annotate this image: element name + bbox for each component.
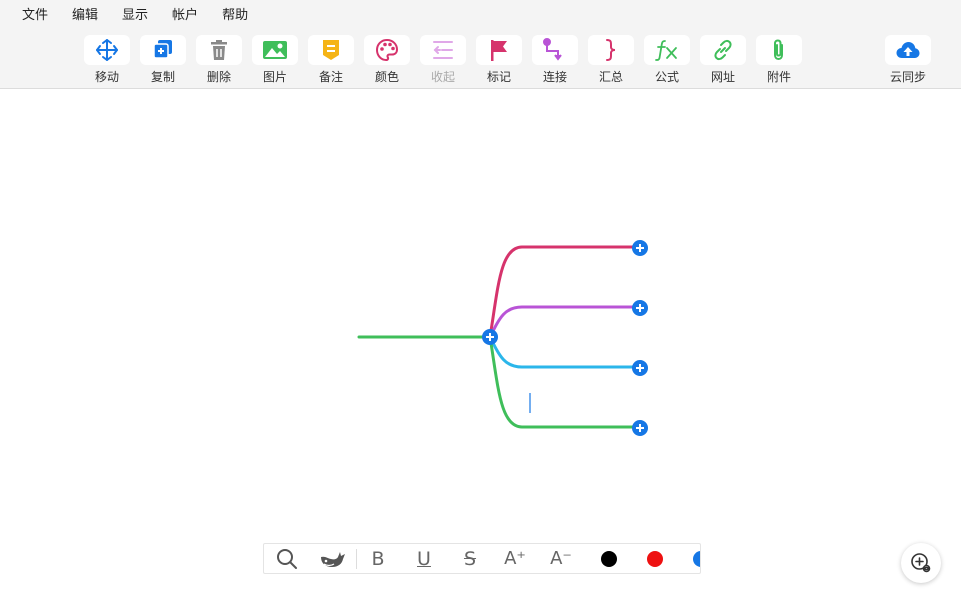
collapse-label: 收起: [430, 70, 455, 84]
delete-label: 删除: [206, 70, 231, 84]
zoom-add-icon: [911, 553, 931, 573]
menu-view[interactable]: 显示: [122, 4, 148, 23]
color-swatch-red[interactable]: [643, 544, 667, 573]
color-button[interactable]: 颜色: [362, 35, 412, 87]
color-swatch-black[interactable]: [597, 544, 621, 573]
connect-label: 连接: [542, 70, 567, 84]
mark-label: 标记: [486, 70, 511, 84]
menu-edit[interactable]: 编辑: [72, 4, 98, 23]
cloud-sync-button[interactable]: 云同步: [883, 35, 933, 87]
connect-button[interactable]: 连接: [530, 35, 580, 87]
url-label: 网址: [710, 70, 735, 84]
delete-button[interactable]: 删除: [194, 35, 244, 87]
font-size-increase-button[interactable]: A⁺: [502, 544, 528, 573]
format-bar: B U S A⁺ A⁻: [263, 543, 701, 574]
expand-node-1[interactable]: [632, 240, 648, 256]
strikethrough-button[interactable]: S: [457, 544, 483, 573]
image-icon: [263, 41, 287, 59]
cloud-sync-label: 云同步: [889, 70, 926, 84]
collapse-icon: [433, 41, 453, 59]
mark-button[interactable]: 标记: [474, 35, 524, 87]
note-button[interactable]: 备注: [306, 35, 356, 87]
link-icon: [714, 39, 732, 61]
toolbar: 移动 复制 删除 图片 备注 颜色 收起 标记 连接 汇总 公式 网址 附件 云…: [0, 26, 961, 89]
font-size-decrease-button[interactable]: A⁻: [548, 544, 574, 573]
move-button[interactable]: 移动: [82, 35, 132, 87]
summary-button[interactable]: 汇总: [586, 35, 636, 87]
branch-4[interactable]: [488, 336, 640, 429]
copy-label: 复制: [150, 70, 175, 84]
trash-icon: [211, 40, 227, 60]
copy-button[interactable]: 复制: [138, 35, 188, 87]
menu-account[interactable]: 帐户: [172, 4, 198, 23]
note-icon: [323, 40, 339, 60]
url-button[interactable]: 网址: [698, 35, 748, 87]
expand-node-root[interactable]: [482, 329, 498, 345]
menu-help[interactable]: 帮助: [222, 4, 248, 23]
expand-node-4[interactable]: [632, 420, 648, 436]
expand-node-3[interactable]: [632, 360, 648, 376]
palette-icon: [375, 38, 399, 62]
mindmap-canvas[interactable]: [0, 89, 961, 602]
branch-3[interactable]: [488, 336, 640, 369]
mindmap-svg: [357, 240, 648, 436]
zoom-button[interactable]: [901, 543, 941, 583]
move-icon: [96, 39, 118, 61]
underline-button[interactable]: U: [411, 544, 437, 573]
format-separator: [356, 549, 357, 569]
whale-button[interactable]: [316, 544, 350, 573]
color-label: 颜色: [374, 70, 399, 84]
branch-1[interactable]: [488, 245, 640, 338]
cloud-upload-icon: [896, 42, 920, 58]
formula-button[interactable]: 公式: [642, 35, 692, 87]
image-label: 图片: [262, 70, 287, 84]
brace-icon: [606, 39, 616, 61]
formula-label: 公式: [654, 70, 679, 84]
collapse-button[interactable]: 收起: [418, 35, 468, 87]
attachment-button[interactable]: 附件: [754, 35, 804, 87]
formula-icon: [655, 40, 677, 61]
summary-label: 汇总: [598, 70, 623, 84]
image-button[interactable]: 图片: [250, 35, 300, 87]
attachment-label: 附件: [766, 70, 791, 84]
menu-file[interactable]: 文件: [22, 4, 48, 23]
search-icon: [277, 548, 297, 569]
flag-icon: [491, 40, 507, 61]
color-swatch-blue[interactable]: [689, 544, 700, 573]
bold-button[interactable]: B: [365, 544, 391, 573]
paperclip-icon: [774, 39, 783, 61]
expand-node-2[interactable]: [632, 300, 648, 316]
move-label: 移动: [94, 70, 119, 84]
copy-icon: [153, 40, 172, 59]
whale-icon: [321, 551, 345, 567]
menu-bar: 文件 编辑 显示 帐户 帮助: [0, 0, 961, 26]
note-label: 备注: [318, 70, 343, 84]
branch-2[interactable]: [488, 305, 640, 338]
connect-icon: [543, 38, 562, 61]
search-button[interactable]: [272, 544, 302, 573]
